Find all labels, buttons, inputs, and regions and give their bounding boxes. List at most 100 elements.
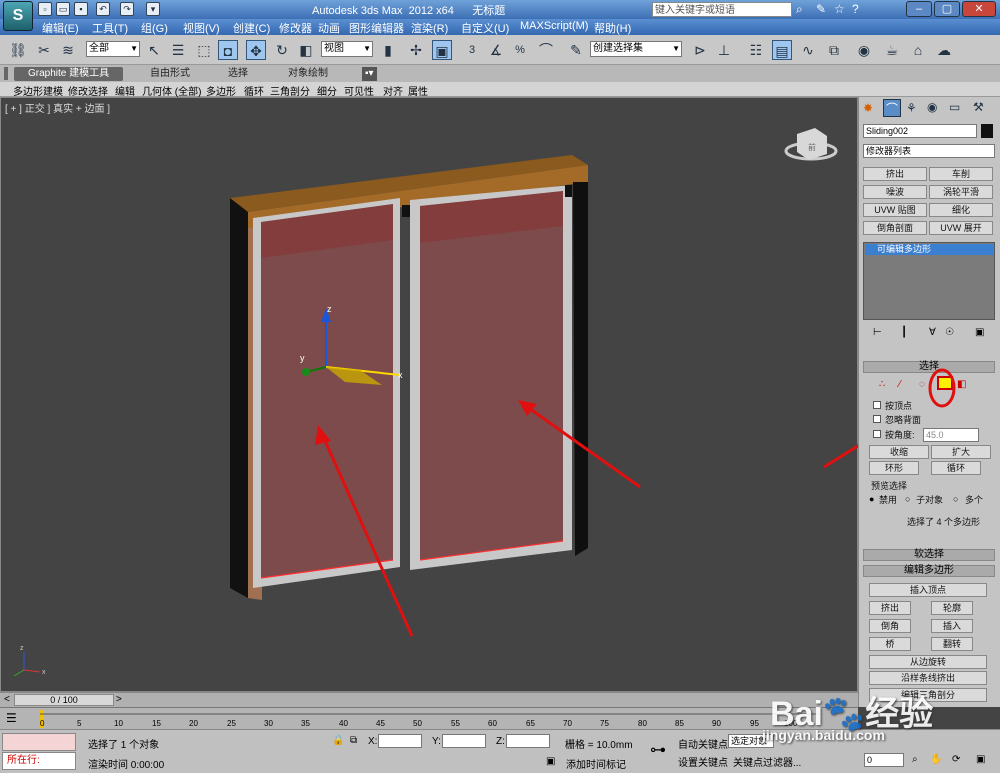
select-manipulate-icon[interactable]: ✢	[406, 40, 426, 60]
window-crossing-icon[interactable]: ◘	[218, 40, 238, 60]
select-rotate-icon[interactable]: ↻	[272, 40, 292, 60]
menu-tools[interactable]: 工具(T)	[92, 20, 128, 36]
ring-button[interactable]: 环形	[869, 461, 919, 475]
selection-lock-icon[interactable]: 🔒	[332, 735, 344, 746]
menu-group[interactable]: 组(G)	[141, 20, 168, 36]
tessellate-modifier-button[interactable]: 细化	[929, 203, 993, 217]
snap-toggle-icon[interactable]: 3	[462, 40, 482, 60]
minimize-button[interactable]: –	[906, 1, 932, 17]
panel-modify-selection[interactable]: 修改选择	[68, 83, 108, 98]
tab-selection[interactable]: 选择	[228, 67, 248, 81]
panel-geometry-all[interactable]: 几何体 (全部)	[142, 83, 201, 98]
render-production-icon[interactable]: ☁	[934, 40, 954, 60]
rect-selection-icon[interactable]: ⬚	[194, 40, 214, 60]
create-tab-icon[interactable]: ✸	[863, 101, 873, 115]
extrude-along-spline-button[interactable]: 沿样条线挤出	[869, 671, 987, 685]
percent-snap-icon[interactable]: %	[510, 40, 530, 60]
stack-item-editable-poly[interactable]: 可编辑多边形	[865, 244, 993, 255]
panel-polygon-modeling[interactable]: 多边形建模	[13, 83, 63, 98]
by-angle-checkbox[interactable]	[873, 430, 881, 438]
hierarchy-tab-icon[interactable]: ⚘	[906, 101, 917, 115]
z-coordinate-input[interactable]	[506, 734, 550, 748]
select-scale-icon[interactable]: ◧	[296, 40, 316, 60]
status-mode-field[interactable]: 所在行:	[2, 752, 76, 770]
layer-manager-icon[interactable]: ☷	[746, 40, 766, 60]
panel-edit[interactable]: 编辑	[115, 83, 135, 98]
maximize-button[interactable]: ▢	[934, 1, 960, 17]
curve-editor-icon[interactable]: ∿	[798, 40, 818, 60]
angle-input[interactable]: 45.0	[923, 428, 979, 442]
menu-customize[interactable]: 自定义(U)	[461, 20, 509, 36]
show-end-result-icon[interactable]: ┃	[901, 327, 907, 338]
time-slider[interactable]: < 0 / 100 >	[0, 692, 858, 707]
noise-modifier-button[interactable]: 噪波	[863, 185, 927, 199]
current-frame-input[interactable]: 0	[864, 753, 904, 767]
menu-animation[interactable]: 动画	[318, 20, 340, 36]
panel-properties[interactable]: 属性	[408, 83, 428, 98]
auto-key-button[interactable]: 自动关键点	[678, 736, 728, 751]
render-setup-icon[interactable]: ☕	[882, 40, 902, 60]
spinner-snap-icon[interactable]: ⌒	[536, 40, 556, 60]
star-icon[interactable]: ☆	[834, 2, 845, 16]
search-input[interactable]: 键入关键字或短语	[652, 2, 792, 17]
mini-curve-editor-icon[interactable]: ☰	[6, 711, 17, 725]
bind-spacewarp-icon[interactable]: ≋	[58, 40, 78, 60]
menu-views[interactable]: 视图(V)	[183, 20, 220, 36]
maxscript-listener-mini[interactable]	[2, 733, 76, 751]
undo-icon[interactable]: ↶	[96, 2, 110, 16]
tab-object-paint[interactable]: 对象绘制	[288, 67, 328, 81]
ignore-backface-checkbox[interactable]	[873, 415, 881, 423]
select-move-icon[interactable]: ✥	[246, 40, 266, 60]
shrink-button[interactable]: 收缩	[869, 445, 929, 459]
align-icon[interactable]: ⊥	[714, 40, 734, 60]
graphite-toggle-icon[interactable]: ▤	[772, 40, 792, 60]
turbosmooth-modifier-button[interactable]: 涡轮平滑	[929, 185, 993, 199]
menu-help[interactable]: 帮助(H)	[594, 20, 631, 36]
maximize-viewport-icon[interactable]: ▣	[976, 754, 985, 765]
motion-tab-icon[interactable]: ◉	[927, 100, 937, 114]
object-color-swatch[interactable]	[981, 124, 993, 138]
app-logo[interactable]: S	[3, 1, 33, 31]
selection-filter-dropdown[interactable]: 全部	[86, 41, 140, 57]
tools-icon[interactable]: ✎	[816, 2, 826, 16]
select-by-name-icon[interactable]: ☰	[168, 40, 188, 60]
select-object-icon[interactable]: ↖	[144, 40, 164, 60]
material-editor-icon[interactable]: ◉	[854, 40, 874, 60]
menu-create[interactable]: 创建(C)	[233, 20, 270, 36]
object-name-field[interactable]: Sliding002	[863, 124, 977, 138]
by-vertex-checkbox[interactable]	[873, 401, 881, 409]
insert-vertex-button[interactable]: 插入顶点	[869, 583, 987, 597]
absolute-mode-icon[interactable]: ⧉	[350, 735, 357, 746]
remove-modifier-icon[interactable]: ☉	[945, 327, 954, 338]
bridge-button[interactable]: 桥	[869, 637, 911, 651]
angle-snap-icon[interactable]: ∡	[486, 40, 506, 60]
reference-coordinate-dropdown[interactable]: 视图	[321, 41, 373, 57]
vertex-mode-icon[interactable]: ∴	[879, 379, 885, 390]
tab-freeform[interactable]: 自由形式	[150, 67, 190, 81]
edit-polygons-rollout-header[interactable]: 编辑多边形	[863, 565, 995, 577]
uvw-map-modifier-button[interactable]: UVW 贴图	[863, 203, 927, 217]
extrude-modifier-button[interactable]: 挤出	[863, 167, 927, 181]
inset-button[interactable]: 插入	[931, 619, 973, 633]
zoom-icon[interactable]: ⌕	[912, 754, 918, 765]
make-unique-icon[interactable]: ∀	[929, 327, 936, 338]
orbit-icon[interactable]: ⟳	[952, 754, 960, 765]
link-icon[interactable]: ⛓	[8, 40, 28, 60]
new-file-icon[interactable]: ▫	[38, 2, 52, 16]
tab-graphite[interactable]: Graphite 建模工具	[14, 67, 124, 81]
time-slider-thumb[interactable]: 0 / 100	[14, 694, 114, 706]
flip-button[interactable]: 翻转	[931, 637, 973, 651]
edit-named-selection-icon[interactable]: ✎	[566, 40, 586, 60]
set-key-icon[interactable]: ⊶	[650, 740, 666, 760]
save-file-icon[interactable]: ▪	[74, 2, 88, 16]
configure-sets-icon[interactable]: ▣	[975, 327, 984, 338]
next-frame-icon[interactable]: >	[116, 694, 122, 705]
pin-stack-icon[interactable]: ⊢	[873, 327, 882, 338]
set-key-button[interactable]: 设置关键点	[678, 754, 728, 769]
mirror-icon[interactable]: ⊳	[690, 40, 710, 60]
menu-graph-editors[interactable]: 图形编辑器	[349, 20, 404, 36]
menu-modifiers[interactable]: 修改器	[279, 20, 312, 36]
unlink-icon[interactable]: ✂	[34, 40, 54, 60]
menu-rendering[interactable]: 渲染(R)	[411, 20, 448, 36]
edge-mode-icon[interactable]: ⁄	[899, 379, 901, 390]
